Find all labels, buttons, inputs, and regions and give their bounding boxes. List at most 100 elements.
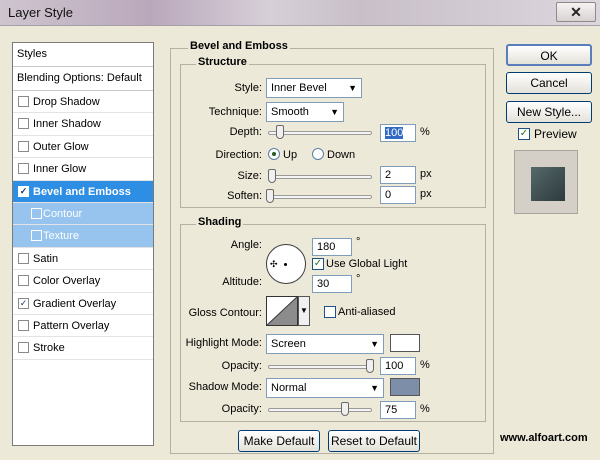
angle-value: 180: [317, 241, 336, 253]
contour-checkbox[interactable]: [31, 207, 42, 219]
close-button[interactable]: ✕: [556, 2, 596, 22]
size-slider-thumb[interactable]: [268, 169, 276, 183]
highlight-color-swatch[interactable]: [390, 334, 420, 352]
shadow-mode-label: Shadow Mode:: [188, 381, 262, 393]
preview-thumbnail: [531, 167, 565, 201]
blending-options-item[interactable]: Blending Options: Default: [13, 67, 153, 91]
depth-slider-thumb[interactable]: [276, 125, 284, 139]
shadow-opacity-slider[interactable]: [268, 408, 372, 412]
style-item-label: Inner Shadow: [33, 118, 101, 131]
technique-value: Smooth: [271, 106, 309, 118]
angle-dial[interactable]: ✣: [266, 244, 306, 284]
altitude-label: Altitude:: [222, 276, 262, 288]
angle-input[interactable]: 180: [312, 238, 352, 256]
shadow-opacity-input[interactable]: 75: [380, 401, 416, 419]
soften-value: 0: [385, 189, 392, 201]
style-item-drop-shadow[interactable]: Drop Shadow: [13, 91, 153, 114]
ok-button[interactable]: OK: [506, 44, 592, 66]
style-item-satin[interactable]: Satin: [13, 248, 153, 271]
size-input[interactable]: 2: [380, 166, 416, 184]
gloss-contour-preview[interactable]: [266, 296, 298, 326]
gradient-overlay-checkbox[interactable]: ✓: [18, 297, 29, 309]
highlight-opacity-label: Opacity:: [221, 360, 262, 372]
altitude-input[interactable]: 30: [312, 275, 352, 293]
style-item-inner-glow[interactable]: Inner Glow: [13, 158, 153, 181]
inner-glow-checkbox[interactable]: [18, 163, 29, 175]
outer-glow-checkbox[interactable]: [18, 140, 29, 152]
bevel-emboss-checkbox[interactable]: ✓: [18, 185, 29, 197]
pattern-overlay-checkbox[interactable]: [18, 319, 29, 331]
chevron-down-icon: ▼: [370, 383, 379, 393]
direction-down-label: Down: [327, 149, 356, 161]
highlight-mode-select[interactable]: Screen ▼: [266, 334, 384, 354]
highlight-opacity-input[interactable]: 100: [380, 357, 416, 375]
shadow-mode-value: Normal: [271, 382, 307, 394]
style-item-outer-glow[interactable]: Outer Glow: [13, 136, 153, 159]
style-item-label: Outer Glow: [33, 140, 89, 153]
shadow-opacity-unit: %: [420, 403, 430, 415]
style-item-label: Bevel and Emboss: [33, 185, 131, 198]
styles-header[interactable]: Styles: [13, 43, 153, 67]
gloss-contour-dropdown[interactable]: ▼: [298, 296, 310, 326]
title-bar[interactable]: Layer Style ✕: [0, 0, 600, 26]
style-item-label: Satin: [33, 252, 59, 265]
style-item-label: Stroke: [33, 342, 65, 355]
highlight-opacity-slider[interactable]: [268, 365, 372, 369]
direction-up-radio[interactable]: [268, 148, 280, 160]
window-title: Layer Style: [8, 5, 74, 20]
chevron-down-icon: ▼: [370, 339, 379, 349]
make-default-button[interactable]: Make Default: [238, 430, 320, 452]
style-item-texture[interactable]: Texture: [13, 225, 153, 248]
depth-value: 100: [385, 127, 404, 139]
bevel-emboss-title: Bevel and Emboss: [188, 40, 290, 52]
style-item-pattern-overlay[interactable]: Pattern Overlay: [13, 315, 153, 338]
depth-label: Depth:: [229, 126, 262, 138]
satin-checkbox[interactable]: [18, 252, 29, 264]
reset-to-default-button[interactable]: Reset to Default: [328, 430, 420, 452]
drop-shadow-checkbox[interactable]: [18, 96, 29, 107]
size-slider[interactable]: [268, 175, 372, 179]
soften-slider-thumb[interactable]: [266, 189, 274, 203]
soften-input[interactable]: 0: [380, 186, 416, 204]
style-item-gradient-overlay[interactable]: ✓ Gradient Overlay: [13, 293, 153, 315]
style-item-stroke[interactable]: Stroke: [13, 337, 153, 360]
soften-slider[interactable]: [268, 195, 372, 199]
gloss-contour-label: Gloss Contour:: [188, 307, 262, 319]
style-item-label: Contour: [43, 207, 83, 220]
use-global-light-checkbox[interactable]: ✓: [312, 258, 324, 270]
highlight-opacity-slider-thumb[interactable]: [366, 359, 374, 373]
style-item-color-overlay[interactable]: Color Overlay: [13, 270, 153, 293]
color-overlay-checkbox[interactable]: [18, 275, 29, 287]
inner-shadow-checkbox[interactable]: [18, 118, 29, 130]
bevel-style-select[interactable]: Inner Bevel ▼: [266, 78, 362, 98]
preview-checkbox[interactable]: ✓: [518, 128, 530, 140]
style-item-label: Gradient Overlay: [33, 297, 117, 310]
anti-aliased-checkbox[interactable]: [324, 306, 336, 318]
shadow-color-swatch[interactable]: [390, 378, 420, 396]
direction-up-label: Up: [283, 149, 298, 161]
highlight-mode-value: Screen: [271, 338, 306, 350]
texture-checkbox[interactable]: [31, 230, 42, 242]
soften-unit: px: [420, 188, 432, 200]
technique-select[interactable]: Smooth ▼: [266, 102, 344, 122]
style-item-label: Inner Glow: [33, 163, 87, 176]
shadow-mode-select[interactable]: Normal ▼: [266, 378, 384, 398]
crosshair-icon: ✣: [270, 259, 278, 269]
style-item-contour[interactable]: Contour: [13, 202, 153, 226]
style-item-inner-shadow[interactable]: Inner Shadow: [13, 113, 153, 136]
shadow-opacity-value: 75: [385, 404, 398, 416]
contour-curve-icon: [267, 297, 297, 325]
angle-label: Angle:: [230, 239, 262, 251]
cancel-button[interactable]: Cancel: [506, 72, 592, 94]
style-item-bevel-and-emboss[interactable]: ✓ Bevel and Emboss: [13, 180, 153, 203]
style-item-label: Drop Shadow: [33, 96, 100, 108]
depth-input[interactable]: 100: [380, 124, 416, 142]
shadow-opacity-slider-thumb[interactable]: [341, 402, 349, 416]
watermark: www.alfoart.com: [500, 432, 588, 444]
new-style-button[interactable]: New Style...: [506, 101, 592, 123]
anti-aliased-label: Anti-aliased: [338, 306, 396, 318]
chevron-down-icon: ▼: [300, 306, 308, 315]
stroke-checkbox[interactable]: [18, 342, 29, 354]
depth-unit: %: [420, 126, 430, 138]
direction-down-radio[interactable]: [312, 148, 324, 160]
